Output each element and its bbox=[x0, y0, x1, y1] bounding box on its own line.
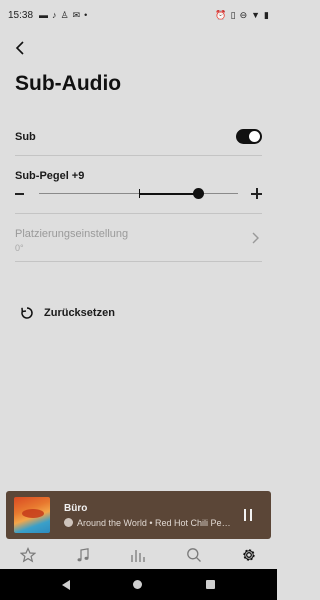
back-button[interactable] bbox=[10, 38, 30, 58]
sub-level-row: Sub-Pegel +9 bbox=[15, 164, 262, 214]
spotify-icon bbox=[64, 518, 73, 527]
pause-button[interactable] bbox=[243, 509, 253, 521]
now-playing-bar[interactable]: Büro Around the World • Red Hot Chili Pe… bbox=[6, 491, 271, 539]
page-title: Sub-Audio bbox=[15, 72, 122, 95]
nav-back-icon[interactable] bbox=[61, 579, 70, 590]
reset-label: Zurücksetzen bbox=[44, 307, 115, 319]
notification-icon: ♙ bbox=[60, 10, 69, 20]
status-system-icons: ⏰ ▯ ⊖ ▼ ▮ bbox=[215, 10, 269, 21]
gmail-icon: ✉ bbox=[72, 10, 81, 20]
sub-toggle-switch[interactable] bbox=[236, 129, 262, 144]
tab-browse[interactable] bbox=[69, 543, 97, 567]
chevron-right-icon bbox=[252, 232, 259, 244]
status-notification-icons: ▬ ♪ ♙ ✉ • bbox=[39, 10, 87, 20]
alarm-icon: ⏰ bbox=[215, 9, 227, 20]
music-note-icon bbox=[77, 548, 89, 562]
tiktok-icon: ♪ bbox=[52, 10, 57, 20]
system-nav-bar bbox=[0, 569, 277, 600]
placement-label: Platzierungseinstellung bbox=[15, 228, 129, 240]
now-playing-track: Around the World • Red Hot Chili Pep... bbox=[77, 517, 234, 528]
wifi-icon: ▼ bbox=[251, 10, 261, 20]
sim-card-icon: ▬ bbox=[39, 10, 49, 20]
reset-icon bbox=[21, 307, 33, 319]
sub-level-slider-thumb[interactable] bbox=[192, 188, 204, 199]
vibrate-icon: ▯ bbox=[230, 9, 236, 20]
tab-bar bbox=[0, 541, 277, 569]
sub-level-slider-wrap bbox=[15, 186, 262, 202]
tab-settings[interactable] bbox=[235, 543, 263, 567]
star-icon bbox=[19, 547, 36, 563]
plus-icon[interactable] bbox=[251, 188, 262, 199]
sub-label: Sub bbox=[15, 130, 36, 143]
nav-home-icon[interactable] bbox=[133, 580, 143, 589]
reset-button[interactable]: Zurücksetzen bbox=[20, 304, 115, 322]
equalizer-bars-icon bbox=[131, 550, 146, 562]
now-playing-room: Büro bbox=[64, 502, 88, 514]
now-playing-text: Büro Around the World • Red Hot Chili Pe… bbox=[64, 503, 234, 528]
status-time: 15:38 bbox=[8, 9, 34, 21]
dot-icon: • bbox=[84, 10, 88, 20]
sub-level-slider-fill bbox=[138, 193, 199, 195]
tab-favorites[interactable] bbox=[14, 543, 42, 567]
sub-level-center-marker bbox=[138, 189, 140, 198]
sub-level-label-group: Sub-Pegel +9 bbox=[15, 170, 84, 182]
search-icon bbox=[187, 548, 201, 562]
placement-value: 0° bbox=[15, 243, 24, 253]
toggle-knob bbox=[249, 131, 260, 142]
tab-search[interactable] bbox=[180, 543, 208, 567]
minus-icon[interactable] bbox=[15, 193, 24, 195]
sub-level-label: Sub-Pegel bbox=[15, 170, 69, 182]
battery-icon: ▮ bbox=[264, 9, 269, 20]
status-bar: 15:38 ▬ ♪ ♙ ✉ • ⏰ ▯ ⊖ ▼ ▮ bbox=[0, 0, 277, 30]
sub-toggle-row[interactable]: Sub bbox=[15, 118, 262, 156]
chevron-left-icon bbox=[15, 41, 24, 55]
sub-level-value: +9 bbox=[71, 170, 85, 182]
nav-recents-icon[interactable] bbox=[206, 580, 216, 589]
now-playing-track-line: Around the World • Red Hot Chili Pep... bbox=[64, 518, 234, 528]
tab-rooms[interactable] bbox=[124, 543, 152, 567]
album-art bbox=[14, 497, 50, 533]
gear-icon bbox=[243, 549, 255, 561]
do-not-disturb-icon: ⊖ bbox=[239, 9, 248, 20]
placement-row[interactable]: Platzierungseinstellung 0° bbox=[15, 222, 262, 262]
